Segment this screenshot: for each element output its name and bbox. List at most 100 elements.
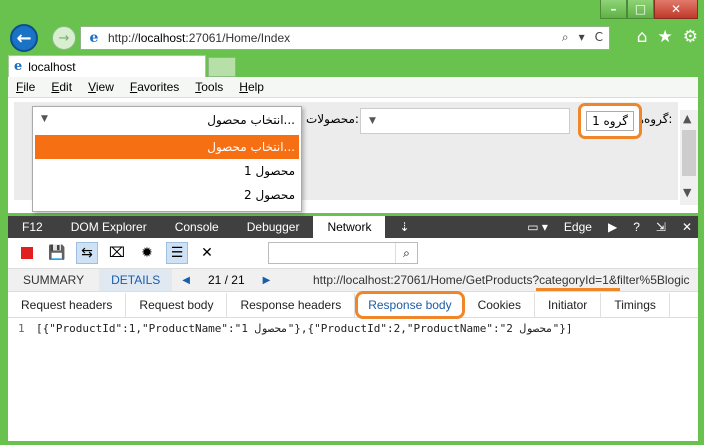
response-json: [{"ProductId":1,"ProductName":"محصول 1"}…	[36, 322, 573, 335]
devtools-tab-network[interactable]: Network	[313, 216, 386, 238]
arrow-left-icon: ←	[16, 27, 32, 49]
product-dropdown-header[interactable]: ▼ انتخاب محصول...	[33, 107, 301, 133]
menu-bar: File Edit View Favorites Tools Help	[8, 77, 698, 98]
menu-edit[interactable]: Edit	[43, 80, 80, 94]
document-mode[interactable]: Edge	[564, 220, 592, 234]
forward-button[interactable]: →	[52, 26, 76, 50]
page-content: گروه‌ها: گروه 1 محصولات: ▼ ▼ انتخاب محصو…	[8, 98, 698, 213]
home-icon[interactable]: ⌂	[637, 27, 648, 47]
scroll-thumb[interactable]	[682, 130, 696, 176]
devtools-tab-dom-explorer[interactable]: DOM Explorer	[57, 216, 161, 238]
menu-file[interactable]: File	[8, 80, 43, 94]
subtab-cookies[interactable]: Cookies	[465, 292, 535, 317]
menu-tools[interactable]: Tools	[187, 80, 231, 94]
address-url[interactable]: http://localhost:27061/Home/Index	[108, 31, 290, 45]
product-option[interactable]: محصول 1	[35, 159, 299, 183]
navigation-bar: ← → e http://localhost:27061/Home/Index …	[8, 23, 698, 53]
menu-favorites[interactable]: Favorites	[122, 80, 187, 94]
new-tab-button[interactable]	[208, 57, 236, 77]
search-icon[interactable]: ⌕	[562, 30, 569, 45]
console-icon[interactable]: ▶	[608, 220, 617, 234]
tab-localhost[interactable]: e localhost	[8, 55, 206, 77]
save-icon: 💾	[48, 245, 66, 261]
window-controls: – □ ✕	[600, 0, 698, 19]
stop-recording-button[interactable]	[16, 242, 38, 264]
page-scrollbar[interactable]: ▲ ▼	[680, 110, 698, 205]
always-refresh-button[interactable]: ⇆	[76, 242, 98, 264]
overflow-icon: ⇣	[399, 220, 410, 234]
dropdown-icon[interactable]: ▾	[579, 30, 585, 45]
clear-icon: ⌧	[108, 245, 126, 261]
x-icon: ✕	[201, 245, 213, 261]
details-subtabs: Request headers Request body Response he…	[8, 290, 698, 319]
network-search-input[interactable]: ⌕	[268, 242, 418, 264]
maximize-button[interactable]: □	[627, 0, 654, 19]
address-bar[interactable]: e http://localhost:27061/Home/Index ⌕ ▾ …	[80, 26, 610, 50]
favorites-star-icon[interactable]: ★	[658, 27, 673, 47]
details-tab[interactable]: DETAILS	[99, 269, 173, 291]
title-bar: – □ ✕	[0, 0, 704, 22]
tab-bar: e localhost	[8, 55, 698, 77]
product-option[interactable]: محصول 2	[35, 183, 299, 207]
chevron-down-icon: ▼	[369, 116, 376, 126]
search-icon[interactable]: ⌕	[395, 243, 417, 263]
devtools-tab-console[interactable]: Console	[161, 216, 233, 238]
products-label: محصولات:	[306, 112, 359, 126]
devtools-close-icon[interactable]: ✕	[682, 220, 692, 234]
minimize-button[interactable]: –	[600, 0, 627, 19]
scroll-down-icon[interactable]: ▼	[683, 186, 691, 199]
address-tools: ⌕ ▾ C	[562, 30, 603, 45]
menu-help[interactable]: Help	[231, 80, 272, 94]
group-select[interactable]: گروه 1	[586, 111, 634, 131]
devtools-tabbar: F12 DOM Explorer Console Debugger Networ…	[8, 216, 698, 238]
request-counter: 21 / 21	[207, 273, 245, 287]
product-placeholder: انتخاب محصول...	[207, 113, 295, 127]
devtools-tab-f12[interactable]: F12	[8, 216, 57, 238]
list-clear-icon: ☰	[170, 245, 184, 261]
browser-window: – □ ✕ ← → e http://localhost:27061/Home/…	[0, 0, 704, 445]
devtools-more-tabs[interactable]: ⇣	[385, 216, 423, 238]
ie-page-icon: e	[89, 30, 99, 46]
subtab-request-headers[interactable]: Request headers	[8, 292, 127, 317]
product-option[interactable]: انتخاب محصول...	[35, 135, 299, 159]
query-highlight-underline	[536, 288, 620, 291]
clear-on-navigate-button[interactable]: ☰	[166, 242, 188, 264]
prev-request-button[interactable]: ◀	[172, 275, 200, 286]
clear-button[interactable]: ✕	[196, 242, 218, 264]
help-icon[interactable]: ?	[633, 220, 640, 234]
subtab-response-headers[interactable]: Response headers	[227, 292, 356, 317]
emulation-icon[interactable]: ▭ ▾	[527, 220, 548, 234]
clear-entries-button[interactable]: ⌧	[106, 242, 128, 264]
response-body-viewer[interactable]: 1 [{"ProductId":1,"ProductName":"محصول 1…	[8, 320, 698, 440]
request-details-nav: SUMMARY DETAILS ◀ 21 / 21 ▶ http://local…	[8, 268, 698, 292]
next-request-button[interactable]: ▶	[253, 275, 281, 286]
close-button[interactable]: ✕	[654, 0, 698, 19]
product-combobox-secondary[interactable]: ▼	[360, 108, 570, 134]
group-selected-value: گروه 1	[592, 114, 628, 128]
summary-tab[interactable]: SUMMARY	[8, 273, 99, 287]
network-toolbar: 💾 ⇆ ⌧ ✹ ☰ ✕ ⌕	[8, 238, 698, 268]
line-number: 1	[18, 322, 25, 335]
refresh-server-icon: ⇆	[81, 245, 93, 261]
subtab-timings[interactable]: Timings	[601, 292, 670, 317]
devtools-tab-debugger[interactable]: Debugger	[233, 216, 314, 238]
subtab-response-body[interactable]: Response body	[355, 290, 465, 319]
scroll-up-icon[interactable]: ▲	[683, 112, 691, 125]
back-button[interactable]: ←	[10, 24, 38, 52]
tab-title: localhost	[28, 59, 76, 74]
pin-icon[interactable]: ⇲	[656, 220, 666, 234]
product-dropdown[interactable]: ▼ انتخاب محصول... انتخاب محصول... محصول …	[32, 106, 302, 212]
export-button[interactable]: 💾	[46, 242, 68, 264]
subtab-request-body[interactable]: Request body	[126, 292, 228, 317]
cookie-icon: ✹	[141, 245, 153, 261]
arrow-right-icon: →	[58, 30, 70, 46]
ie-tab-icon: e	[14, 59, 23, 74]
subtab-initiator[interactable]: Initiator	[535, 292, 602, 317]
menu-view[interactable]: View	[80, 80, 122, 94]
refresh-icon[interactable]: C	[595, 30, 603, 45]
request-url: http://localhost:27061/Home/GetProducts?…	[313, 273, 690, 287]
group-select-highlight: گروه 1	[578, 103, 642, 139]
chevron-down-icon: ▼	[41, 114, 48, 124]
gear-icon[interactable]: ⚙	[683, 27, 698, 47]
clear-cache-button[interactable]: ✹	[136, 242, 158, 264]
